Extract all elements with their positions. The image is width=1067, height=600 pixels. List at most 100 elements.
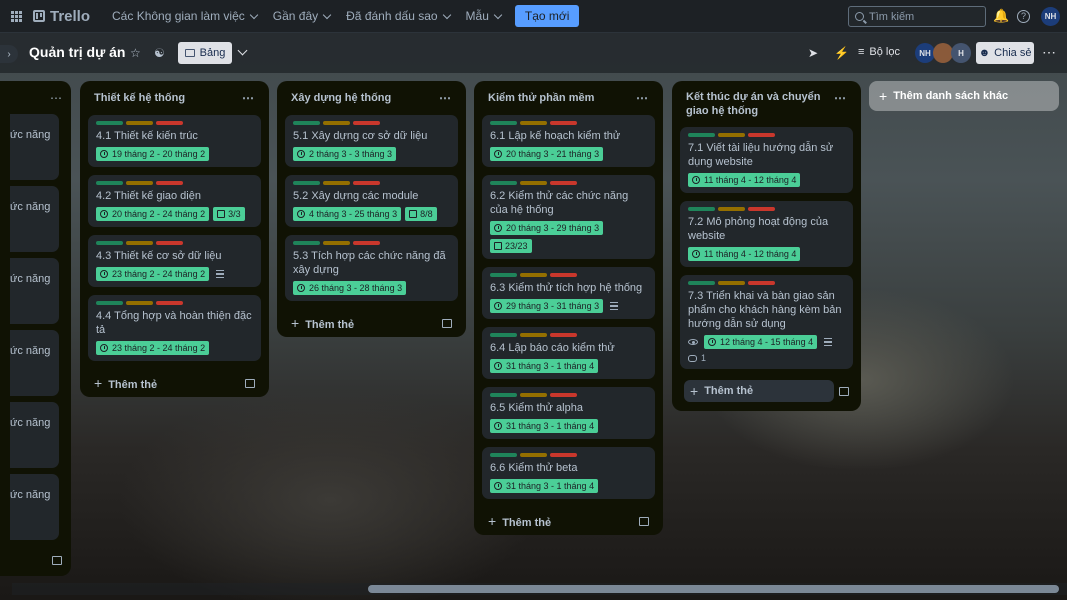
due-date-badge[interactable]: 4 tháng 3 - 25 tháng 3	[293, 207, 402, 221]
trello-logo[interactable]: Trello	[33, 8, 90, 25]
list-title[interactable]: Thiết kế hệ thống	[94, 92, 185, 104]
label-yellow[interactable]	[126, 121, 153, 125]
label-yellow[interactable]	[323, 181, 350, 185]
label-yellow[interactable]	[718, 207, 745, 211]
power-ups-icon[interactable]: ➤	[808, 46, 818, 60]
nav-recent[interactable]: Gần đây	[265, 0, 338, 33]
label-green[interactable]	[490, 393, 517, 397]
label-green[interactable]	[688, 281, 715, 285]
due-date-badge[interactable]: 31 tháng 3 - 1 tháng 4	[490, 419, 599, 433]
scrollbar-thumb[interactable]	[368, 585, 1059, 593]
label-red[interactable]	[550, 273, 577, 277]
add-card-button[interactable]: + Thêm thẻ	[88, 369, 261, 397]
card[interactable]: 4.4 Tổng hợp và hoàn thiện đặc tả 23 thá…	[88, 295, 261, 361]
label-red[interactable]	[550, 333, 577, 337]
label-yellow[interactable]	[718, 133, 745, 137]
label-green[interactable]	[688, 207, 715, 211]
list-menu-icon[interactable]: ⋯	[636, 91, 649, 105]
automation-icon[interactable]: ⚡	[834, 46, 849, 60]
list-title[interactable]: Kết thúc dự án và chuyển giao hệ thống	[686, 90, 826, 118]
add-card-button[interactable]: + Thêm thẻ	[285, 309, 458, 337]
create-from-template-icon[interactable]	[839, 386, 849, 396]
due-date-badge[interactable]: 23 tháng 2 - 24 tháng 2	[96, 341, 210, 355]
due-date-badge[interactable]: 11 tháng 4 - 12 tháng 4	[688, 247, 801, 261]
label-red[interactable]	[550, 121, 577, 125]
label-green[interactable]	[490, 181, 517, 185]
label-red[interactable]	[550, 393, 577, 397]
create-from-template-icon[interactable]	[639, 516, 649, 526]
list-menu-icon[interactable]: ⋯	[834, 91, 847, 105]
label-red[interactable]	[748, 207, 775, 211]
label-green[interactable]	[293, 241, 320, 245]
card[interactable]: 4.2 Thiết kế giao diện 20 tháng 2 - 24 t…	[88, 175, 261, 227]
label-green[interactable]	[293, 181, 320, 185]
label-red[interactable]	[748, 133, 775, 137]
label-yellow[interactable]	[520, 181, 547, 185]
more-icon[interactable]: ⋯	[1042, 44, 1057, 61]
list-menu-icon[interactable]: ⋯	[50, 91, 63, 105]
list-title[interactable]: Xây dựng hệ thống	[291, 92, 391, 104]
create-from-template-icon[interactable]	[245, 378, 255, 388]
label-green[interactable]	[688, 133, 715, 137]
label-yellow[interactable]	[520, 453, 547, 457]
list-card[interactable]: ức năng	[10, 330, 59, 396]
label-red[interactable]	[748, 281, 775, 285]
filter-button[interactable]: ≡ Bộ lọc	[858, 46, 900, 58]
list-menu-icon[interactable]: ⋯	[242, 91, 255, 105]
help-icon[interactable]: ?	[1017, 10, 1030, 23]
card[interactable]: 6.3 Kiểm thử tích hợp hệ thống 29 tháng …	[482, 267, 655, 319]
nav-starred[interactable]: Đã đánh dấu sao	[338, 0, 457, 33]
list-card[interactable]: ức năng	[10, 402, 59, 468]
nav-templates[interactable]: Mẫu	[458, 0, 509, 33]
board-title[interactable]: Quản trị dự án	[29, 44, 125, 60]
label-red[interactable]	[156, 121, 183, 125]
card[interactable]: 5.1 Xây dựng cơ sở dữ liệu 2 tháng 3 - 3…	[285, 115, 458, 167]
create-from-template-icon[interactable]	[52, 556, 62, 565]
label-yellow[interactable]	[718, 281, 745, 285]
due-date-badge[interactable]: 11 tháng 4 - 12 tháng 4	[688, 173, 801, 187]
list-card[interactable]: ức năng	[10, 114, 59, 180]
due-date-badge[interactable]: 31 tháng 3 - 1 tháng 4	[490, 479, 599, 493]
card[interactable]: 6.6 Kiểm thử beta 31 tháng 3 - 1 tháng 4	[482, 447, 655, 499]
card[interactable]: 6.1 Lập kế hoạch kiểm thử 20 tháng 3 - 2…	[482, 115, 655, 167]
list-title[interactable]: Kiểm thử phần mềm	[488, 92, 594, 104]
list-card[interactable]: ức năng	[10, 474, 59, 540]
card[interactable]: 6.5 Kiểm thử alpha 31 tháng 3 - 1 tháng …	[482, 387, 655, 439]
due-date-badge[interactable]: 20 tháng 3 - 29 tháng 3	[490, 221, 604, 235]
due-date-badge[interactable]: 26 tháng 3 - 28 tháng 3	[293, 281, 407, 295]
card[interactable]: 4.3 Thiết kế cơ sở dữ liệu 23 tháng 2 - …	[88, 235, 261, 287]
label-green[interactable]	[96, 301, 123, 305]
card[interactable]: 7.1 Viết tài liệu hướng dẫn sử dụng webs…	[680, 127, 853, 193]
add-card-button[interactable]: + Thêm thẻ	[482, 507, 655, 535]
label-green[interactable]	[96, 241, 123, 245]
card[interactable]: 7.3 Triển khai và bàn giao sản phẩm cho …	[680, 275, 853, 369]
nav-workspaces[interactable]: Các Không gian làm việc	[104, 0, 265, 33]
add-card-button[interactable]: + Thêm thẻ	[678, 377, 855, 405]
label-green[interactable]	[96, 181, 123, 185]
label-red[interactable]	[353, 181, 380, 185]
card[interactable]: 5.2 Xây dựng các module 4 tháng 3 - 25 t…	[285, 175, 458, 227]
label-green[interactable]	[490, 273, 517, 277]
share-button[interactable]: ☻ Chia sẻ	[976, 42, 1034, 64]
due-date-badge[interactable]: 19 tháng 2 - 20 tháng 2	[96, 147, 210, 161]
due-date-badge[interactable]: 29 tháng 3 - 31 tháng 3	[490, 299, 604, 313]
card[interactable]: 5.3 Tích hợp các chức năng đã xây dựng 2…	[285, 235, 458, 301]
label-yellow[interactable]	[520, 333, 547, 337]
label-red[interactable]	[353, 241, 380, 245]
create-from-template-icon[interactable]	[442, 318, 452, 328]
member-avatar[interactable]	[933, 43, 953, 63]
add-list-button[interactable]: + Thêm danh sách khác	[869, 81, 1059, 111]
visibility-icon[interactable]: ☯	[154, 46, 165, 60]
label-red[interactable]	[550, 181, 577, 185]
card[interactable]: 6.2 Kiểm thử các chức năng của hệ thống …	[482, 175, 655, 259]
label-yellow[interactable]	[520, 273, 547, 277]
card[interactable]: 6.4 Lập báo cáo kiểm thử 31 tháng 3 - 1 …	[482, 327, 655, 379]
due-date-badge[interactable]: 20 tháng 2 - 24 tháng 2	[96, 207, 210, 221]
label-yellow[interactable]	[520, 393, 547, 397]
label-red[interactable]	[550, 453, 577, 457]
sidebar-expand-icon[interactable]: ›	[0, 45, 18, 63]
label-yellow[interactable]	[323, 241, 350, 245]
label-yellow[interactable]	[323, 121, 350, 125]
list-card[interactable]: ức năng	[10, 186, 59, 252]
due-date-badge[interactable]: 31 tháng 3 - 1 tháng 4	[490, 359, 599, 373]
